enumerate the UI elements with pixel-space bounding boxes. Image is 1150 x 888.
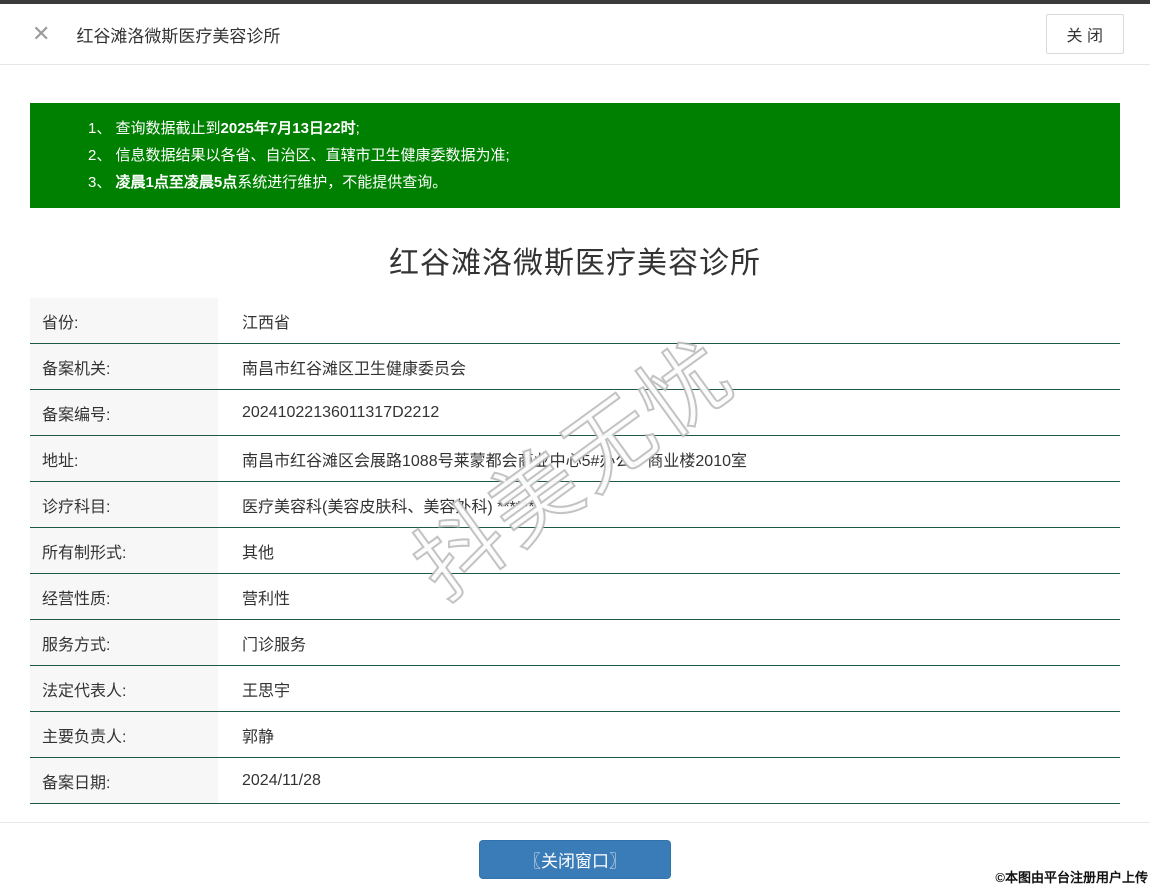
row-value: 医疗美容科(美容皮肤科、美容外科) ****** <box>242 498 535 516</box>
row-label: 省份: <box>30 298 218 343</box>
table-row: 备案机关: 南昌市红谷滩区卫生健康委员会 <box>30 344 1120 390</box>
notice-line: 2、 信息数据结果以各省、自治区、直辖市卫生健康委数据为准; <box>88 147 510 164</box>
table-row: 所有制形式: 其他 <box>30 528 1120 574</box>
table-row: 备案编号: 20241022136011317D2212 <box>30 390 1120 436</box>
table-row: 省份: 江西省 <box>30 298 1120 344</box>
row-value: 门诊服务 <box>242 636 307 654</box>
row-value: 2024/11/28 <box>242 771 321 789</box>
close-x-icon[interactable]: ✕ <box>26 19 56 49</box>
row-label: 主要负责人: <box>30 712 218 757</box>
row-value: 南昌市红谷滩区会展路1088号莱蒙都会商业中心5#办公、商业楼2010室 <box>242 452 747 470</box>
table-row: 主要负责人: 郭静 <box>30 712 1120 758</box>
row-value: 20241022136011317D2212 <box>242 403 440 421</box>
close-button[interactable]: 关 闭 <box>1045 14 1124 54</box>
notice-box: 1、 查询数据截止到2025年7月13日22时; 2、 信息数据结果以各省、自治区… <box>30 103 1120 208</box>
row-label: 经营性质: <box>30 574 218 619</box>
notice-list: 1、 查询数据截止到2025年7月13日22时; 2、 信息数据结果以各省、自治区… <box>88 115 1100 196</box>
header-title: 红谷滩洛微斯医疗美容诊所 <box>76 26 281 46</box>
row-label: 法定代表人: <box>30 666 218 711</box>
header-bar: ✕ 红谷滩洛微斯医疗美容诊所 关 闭 <box>0 4 1150 65</box>
table-row: 诊疗科目: 医疗美容科(美容皮肤科、美容外科) ****** <box>30 482 1120 528</box>
row-value: 江西省 <box>242 314 291 332</box>
row-label: 备案日期: <box>30 758 218 803</box>
row-value: 郭静 <box>242 728 275 746</box>
row-label: 地址: <box>30 436 218 481</box>
notice-line: 3、 凌晨1点至凌晨5点系统进行维护，不能提供查询。 <box>88 174 448 191</box>
table-row: 地址: 南昌市红谷滩区会展路1088号莱蒙都会商业中心5#办公、商业楼2010室 <box>30 436 1120 482</box>
notice-line: 1、 查询数据截止到2025年7月13日22时; <box>88 120 360 137</box>
row-label: 备案机关: <box>30 344 218 389</box>
row-label: 所有制形式: <box>30 528 218 573</box>
row-label: 备案编号: <box>30 390 218 435</box>
info-table: 省份: 江西省备案机关: 南昌市红谷滩区卫生健康委员会备案编号: 2024102213… <box>30 298 1120 804</box>
page-title: 红谷滩洛微斯医疗美容诊所 <box>389 247 761 280</box>
close-window-button[interactable]: 〖关闭窗口〗 <box>479 840 671 879</box>
row-label: 诊疗科目: <box>30 482 218 527</box>
row-label: 服务方式: <box>30 620 218 665</box>
row-value: 营利性 <box>242 590 291 608</box>
row-value: 其他 <box>242 544 275 562</box>
bottom-divider <box>0 822 1150 823</box>
upload-credit-text: ©本图由平台注册用户上传 <box>995 870 1148 885</box>
table-row: 备案日期: 2024/11/28 <box>30 758 1120 804</box>
row-value: 南昌市红谷滩区卫生健康委员会 <box>242 360 467 378</box>
table-row: 服务方式: 门诊服务 <box>30 620 1120 666</box>
row-value: 王思宇 <box>242 682 291 700</box>
table-row: 经营性质: 营利性 <box>30 574 1120 620</box>
table-row: 法定代表人: 王思宇 <box>30 666 1120 712</box>
